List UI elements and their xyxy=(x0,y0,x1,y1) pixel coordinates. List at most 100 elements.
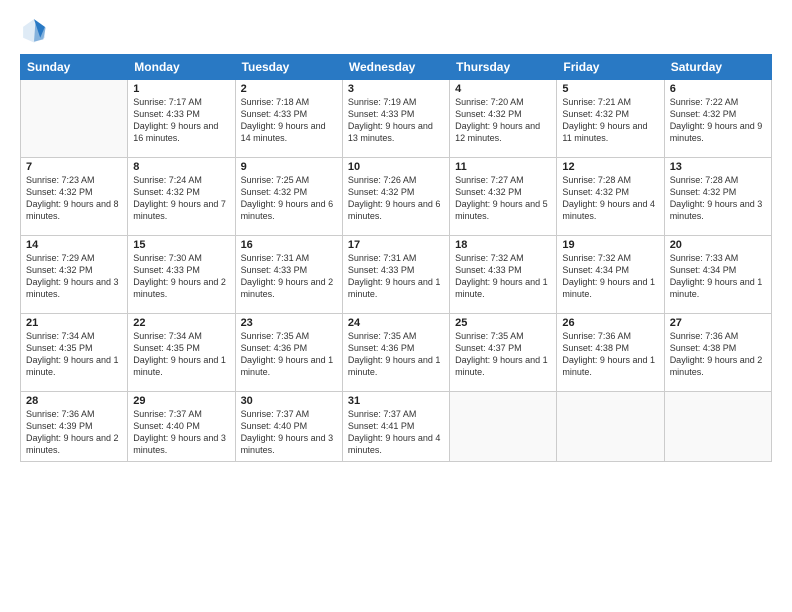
logo xyxy=(20,16,52,44)
weekday-header-row: SundayMondayTuesdayWednesdayThursdayFrid… xyxy=(21,55,772,80)
day-info: Sunrise: 7:21 AMSunset: 4:32 PMDaylight:… xyxy=(562,96,658,145)
calendar-cell: 29Sunrise: 7:37 AMSunset: 4:40 PMDayligh… xyxy=(128,392,235,462)
calendar-cell: 3Sunrise: 7:19 AMSunset: 4:33 PMDaylight… xyxy=(342,80,449,158)
day-number: 31 xyxy=(348,395,444,407)
day-info: Sunrise: 7:34 AMSunset: 4:35 PMDaylight:… xyxy=(26,330,122,379)
calendar-cell xyxy=(450,392,557,462)
day-info: Sunrise: 7:37 AMSunset: 4:40 PMDaylight:… xyxy=(133,408,229,457)
calendar-cell: 8Sunrise: 7:24 AMSunset: 4:32 PMDaylight… xyxy=(128,158,235,236)
day-info: Sunrise: 7:27 AMSunset: 4:32 PMDaylight:… xyxy=(455,174,551,223)
day-info: Sunrise: 7:19 AMSunset: 4:33 PMDaylight:… xyxy=(348,96,444,145)
logo-icon xyxy=(20,16,48,44)
day-info: Sunrise: 7:32 AMSunset: 4:33 PMDaylight:… xyxy=(455,252,551,301)
day-info: Sunrise: 7:26 AMSunset: 4:32 PMDaylight:… xyxy=(348,174,444,223)
calendar-cell: 5Sunrise: 7:21 AMSunset: 4:32 PMDaylight… xyxy=(557,80,664,158)
weekday-thursday: Thursday xyxy=(450,55,557,80)
day-info: Sunrise: 7:24 AMSunset: 4:32 PMDaylight:… xyxy=(133,174,229,223)
weekday-tuesday: Tuesday xyxy=(235,55,342,80)
day-number: 20 xyxy=(670,239,766,251)
day-info: Sunrise: 7:35 AMSunset: 4:36 PMDaylight:… xyxy=(241,330,337,379)
calendar-cell: 25Sunrise: 7:35 AMSunset: 4:37 PMDayligh… xyxy=(450,314,557,392)
day-number: 12 xyxy=(562,161,658,173)
calendar-week-3: 14Sunrise: 7:29 AMSunset: 4:32 PMDayligh… xyxy=(21,236,772,314)
day-number: 6 xyxy=(670,83,766,95)
calendar-cell: 23Sunrise: 7:35 AMSunset: 4:36 PMDayligh… xyxy=(235,314,342,392)
weekday-sunday: Sunday xyxy=(21,55,128,80)
weekday-friday: Friday xyxy=(557,55,664,80)
calendar-cell: 9Sunrise: 7:25 AMSunset: 4:32 PMDaylight… xyxy=(235,158,342,236)
day-info: Sunrise: 7:30 AMSunset: 4:33 PMDaylight:… xyxy=(133,252,229,301)
day-info: Sunrise: 7:34 AMSunset: 4:35 PMDaylight:… xyxy=(133,330,229,379)
calendar-cell: 18Sunrise: 7:32 AMSunset: 4:33 PMDayligh… xyxy=(450,236,557,314)
day-number: 26 xyxy=(562,317,658,329)
day-number: 19 xyxy=(562,239,658,251)
day-info: Sunrise: 7:29 AMSunset: 4:32 PMDaylight:… xyxy=(26,252,122,301)
calendar-cell: 28Sunrise: 7:36 AMSunset: 4:39 PMDayligh… xyxy=(21,392,128,462)
calendar-cell: 6Sunrise: 7:22 AMSunset: 4:32 PMDaylight… xyxy=(664,80,771,158)
day-number: 27 xyxy=(670,317,766,329)
header xyxy=(20,16,772,44)
day-number: 10 xyxy=(348,161,444,173)
day-info: Sunrise: 7:17 AMSunset: 4:33 PMDaylight:… xyxy=(133,96,229,145)
calendar-cell xyxy=(21,80,128,158)
day-number: 24 xyxy=(348,317,444,329)
day-number: 3 xyxy=(348,83,444,95)
calendar-cell: 10Sunrise: 7:26 AMSunset: 4:32 PMDayligh… xyxy=(342,158,449,236)
calendar-cell: 21Sunrise: 7:34 AMSunset: 4:35 PMDayligh… xyxy=(21,314,128,392)
day-number: 28 xyxy=(26,395,122,407)
calendar-cell: 24Sunrise: 7:35 AMSunset: 4:36 PMDayligh… xyxy=(342,314,449,392)
day-number: 11 xyxy=(455,161,551,173)
day-info: Sunrise: 7:32 AMSunset: 4:34 PMDaylight:… xyxy=(562,252,658,301)
day-number: 23 xyxy=(241,317,337,329)
day-info: Sunrise: 7:35 AMSunset: 4:37 PMDaylight:… xyxy=(455,330,551,379)
day-info: Sunrise: 7:28 AMSunset: 4:32 PMDaylight:… xyxy=(670,174,766,223)
day-info: Sunrise: 7:37 AMSunset: 4:40 PMDaylight:… xyxy=(241,408,337,457)
day-number: 1 xyxy=(133,83,229,95)
day-number: 4 xyxy=(455,83,551,95)
day-info: Sunrise: 7:18 AMSunset: 4:33 PMDaylight:… xyxy=(241,96,337,145)
calendar-cell: 20Sunrise: 7:33 AMSunset: 4:34 PMDayligh… xyxy=(664,236,771,314)
calendar-cell: 15Sunrise: 7:30 AMSunset: 4:33 PMDayligh… xyxy=(128,236,235,314)
calendar-cell: 26Sunrise: 7:36 AMSunset: 4:38 PMDayligh… xyxy=(557,314,664,392)
day-number: 25 xyxy=(455,317,551,329)
weekday-wednesday: Wednesday xyxy=(342,55,449,80)
page: SundayMondayTuesdayWednesdayThursdayFrid… xyxy=(0,0,792,612)
day-info: Sunrise: 7:23 AMSunset: 4:32 PMDaylight:… xyxy=(26,174,122,223)
weekday-monday: Monday xyxy=(128,55,235,80)
day-number: 30 xyxy=(241,395,337,407)
day-info: Sunrise: 7:36 AMSunset: 4:39 PMDaylight:… xyxy=(26,408,122,457)
day-info: Sunrise: 7:22 AMSunset: 4:32 PMDaylight:… xyxy=(670,96,766,145)
day-number: 15 xyxy=(133,239,229,251)
day-info: Sunrise: 7:31 AMSunset: 4:33 PMDaylight:… xyxy=(241,252,337,301)
day-number: 18 xyxy=(455,239,551,251)
day-number: 9 xyxy=(241,161,337,173)
calendar-cell xyxy=(664,392,771,462)
calendar-week-5: 28Sunrise: 7:36 AMSunset: 4:39 PMDayligh… xyxy=(21,392,772,462)
calendar-cell: 22Sunrise: 7:34 AMSunset: 4:35 PMDayligh… xyxy=(128,314,235,392)
day-info: Sunrise: 7:36 AMSunset: 4:38 PMDaylight:… xyxy=(562,330,658,379)
day-info: Sunrise: 7:28 AMSunset: 4:32 PMDaylight:… xyxy=(562,174,658,223)
day-number: 8 xyxy=(133,161,229,173)
calendar-cell: 30Sunrise: 7:37 AMSunset: 4:40 PMDayligh… xyxy=(235,392,342,462)
day-info: Sunrise: 7:31 AMSunset: 4:33 PMDaylight:… xyxy=(348,252,444,301)
calendar-cell: 13Sunrise: 7:28 AMSunset: 4:32 PMDayligh… xyxy=(664,158,771,236)
calendar-cell: 14Sunrise: 7:29 AMSunset: 4:32 PMDayligh… xyxy=(21,236,128,314)
calendar-cell: 19Sunrise: 7:32 AMSunset: 4:34 PMDayligh… xyxy=(557,236,664,314)
day-number: 5 xyxy=(562,83,658,95)
day-number: 17 xyxy=(348,239,444,251)
day-number: 13 xyxy=(670,161,766,173)
day-number: 29 xyxy=(133,395,229,407)
calendar-cell: 16Sunrise: 7:31 AMSunset: 4:33 PMDayligh… xyxy=(235,236,342,314)
weekday-saturday: Saturday xyxy=(664,55,771,80)
calendar-week-2: 7Sunrise: 7:23 AMSunset: 4:32 PMDaylight… xyxy=(21,158,772,236)
day-info: Sunrise: 7:36 AMSunset: 4:38 PMDaylight:… xyxy=(670,330,766,379)
calendar-week-4: 21Sunrise: 7:34 AMSunset: 4:35 PMDayligh… xyxy=(21,314,772,392)
calendar-cell: 11Sunrise: 7:27 AMSunset: 4:32 PMDayligh… xyxy=(450,158,557,236)
calendar-week-1: 1Sunrise: 7:17 AMSunset: 4:33 PMDaylight… xyxy=(21,80,772,158)
day-number: 22 xyxy=(133,317,229,329)
day-number: 14 xyxy=(26,239,122,251)
day-number: 16 xyxy=(241,239,337,251)
day-info: Sunrise: 7:25 AMSunset: 4:32 PMDaylight:… xyxy=(241,174,337,223)
calendar-table: SundayMondayTuesdayWednesdayThursdayFrid… xyxy=(20,54,772,462)
day-number: 2 xyxy=(241,83,337,95)
